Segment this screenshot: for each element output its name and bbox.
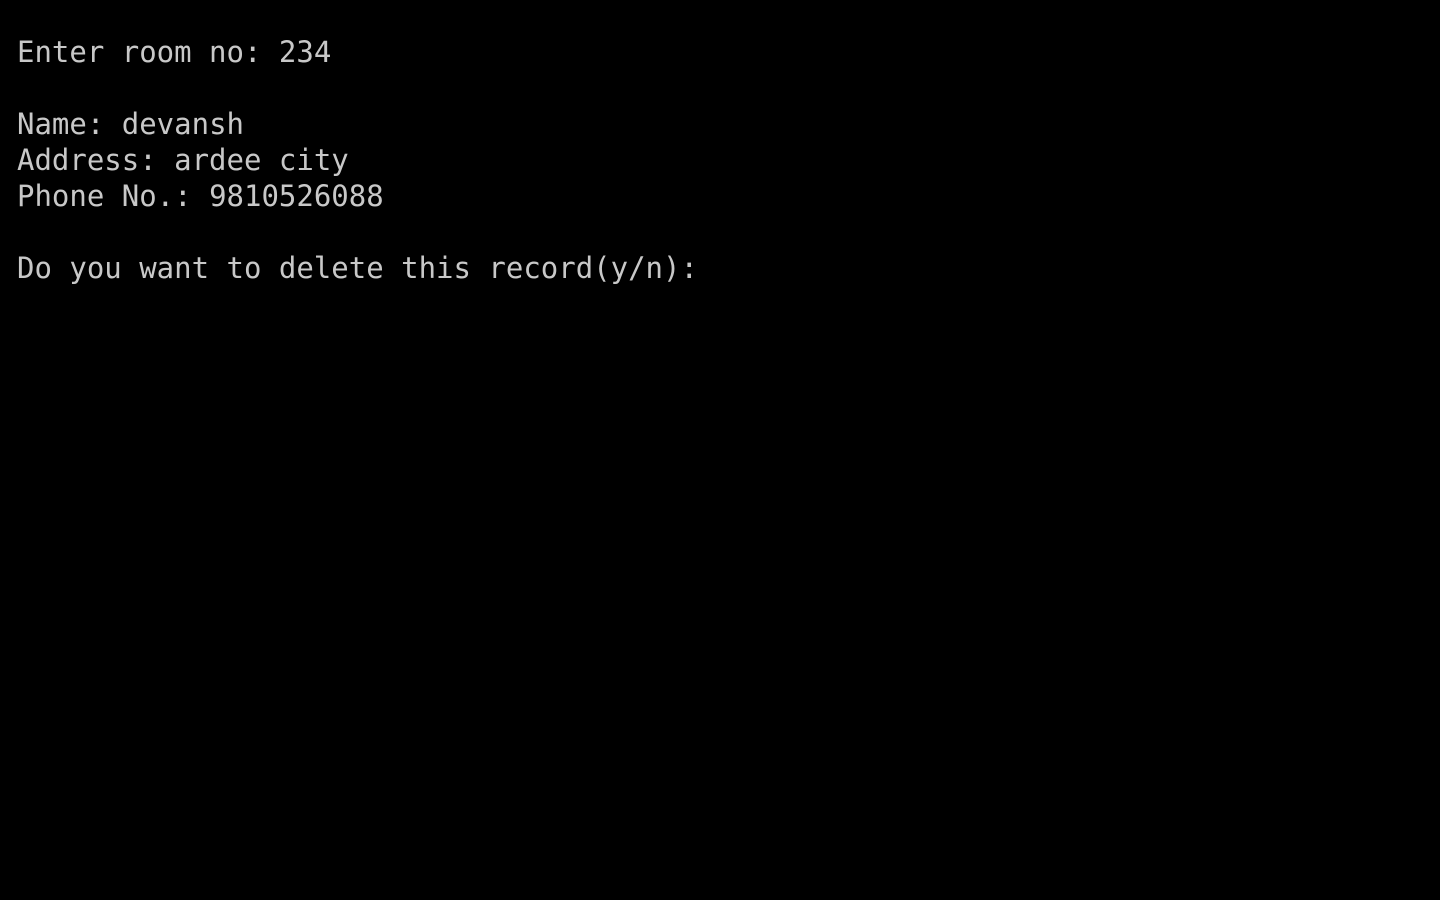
delete-prompt-line[interactable]: Do you want to delete this record(y/n):: [17, 250, 1440, 286]
phone-value: 9810526088: [209, 179, 384, 213]
name-label: Name:: [17, 107, 122, 141]
address-value: ardee city: [174, 143, 349, 177]
name-line: Name: devansh: [17, 106, 1440, 142]
input-cursor[interactable]: [700, 254, 714, 282]
phone-line: Phone No.: 9810526088: [17, 178, 1440, 214]
room-value: 234: [278, 35, 332, 69]
room-line: Enter room no: 234: [17, 34, 1440, 70]
delete-prompt: Do you want to delete this record(y/n):: [17, 251, 698, 285]
console-screen[interactable]: Enter room no: 234 Name: devansh Address…: [0, 0, 1440, 900]
address-label: Address:: [17, 143, 175, 177]
name-value: devansh: [121, 107, 244, 141]
room-prompt: Enter room no:: [17, 35, 279, 69]
phone-label: Phone No.:: [17, 179, 210, 213]
address-line: Address: ardee city: [17, 142, 1440, 178]
